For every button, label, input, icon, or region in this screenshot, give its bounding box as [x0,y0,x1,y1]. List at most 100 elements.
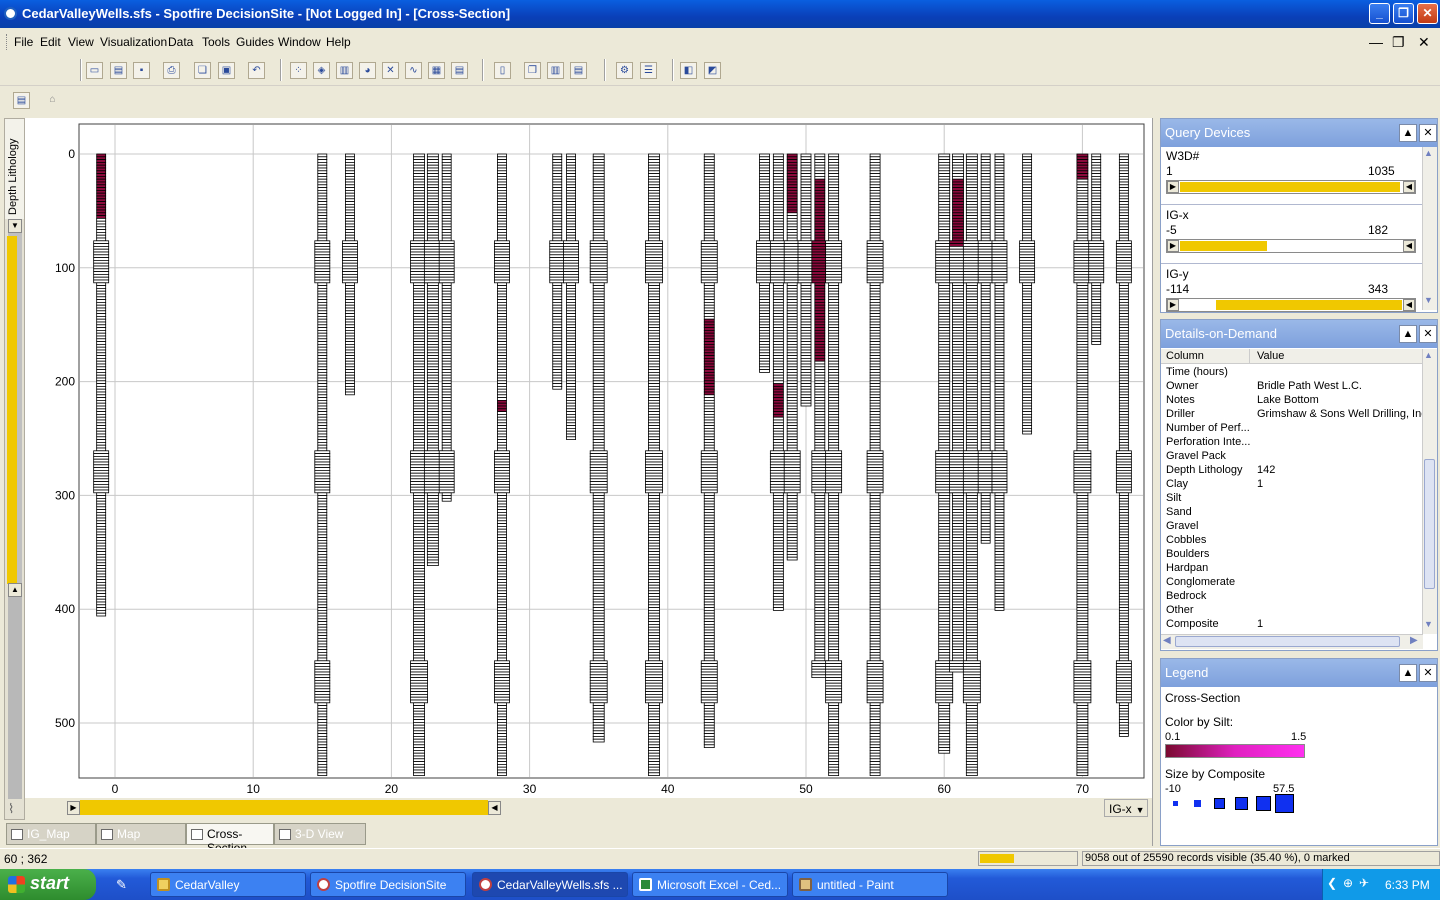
minimize-button[interactable]: _ [1369,3,1390,24]
restore-button[interactable]: ❐ [1393,3,1414,24]
query-device-slider[interactable]: ▶ ◀ [1166,239,1416,253]
menu-guides[interactable]: Guides [236,35,274,49]
lithology-interval [866,472,884,477]
lithology-interval [772,198,784,203]
task-cedarvalleywells[interactable]: CedarValleyWells.sfs ... [472,872,628,897]
task-excel[interactable]: Microsoft Excel - Ced... [632,872,788,897]
heat-map-icon[interactable]: ▦ [428,62,445,79]
speaker-icon[interactable]: ✈ [1359,876,1369,890]
query-device-1[interactable]: IG-x -5 182 ▶ ◀ [1161,206,1422,264]
mdi-minimize-icon[interactable]: — [1369,34,1383,50]
task-paint[interactable]: untitled - Paint [792,872,948,897]
x-range-fill[interactable] [80,800,488,815]
query-device-range-fill[interactable] [1180,241,1267,251]
details-vertical-scrollbar[interactable]: ▲ ▼ [1422,349,1437,634]
tab-map[interactable]: Map [96,823,186,845]
cross-section-svg[interactable]: 0100200300400500 0 10 20 30 40 50 60 70 [25,118,1152,802]
network-icon[interactable]: ⊕ [1343,876,1353,890]
3d-scatter-icon[interactable]: ◈ [313,62,330,79]
slider-up-arrow-icon[interactable]: ▼ [8,219,22,233]
query-device-range-fill[interactable] [1215,300,1402,310]
x-slider-right-arrow-icon[interactable]: ◀ [488,801,501,815]
profile-chart-icon[interactable]: ∿ [405,62,422,79]
slider-right-handle-icon[interactable]: ◀ [1403,240,1415,252]
menu-data[interactable]: Data [168,35,193,49]
new-icon[interactable]: ▭ [86,62,103,79]
task-spotfire[interactable]: Spotfire DecisionSite [310,872,466,897]
pie-chart-icon[interactable]: ◕ [359,62,376,79]
x-axis-selector[interactable]: IG-x ▼ [1104,799,1148,817]
quicklaunch-icon[interactable]: ✎ [116,877,127,893]
guide-icon[interactable]: ▤ [13,92,30,109]
x-slider-left-arrow-icon[interactable]: ▶ [67,801,80,815]
query-device-slider[interactable]: ▶ ◀ [1166,180,1416,194]
close-icon[interactable]: ✕ [1419,664,1437,682]
depth-range-fill[interactable] [7,236,17,584]
clear-icon[interactable]: ◩ [704,62,721,79]
menu-edit[interactable]: Edit [40,35,61,49]
mdi-close-icon[interactable]: ✕ [1418,34,1430,51]
well-column[interactable] [866,153,884,776]
layout-icon[interactable]: ▯ [494,62,511,79]
paperclip-icon[interactable]: ⌇ [8,801,14,817]
well-column[interactable] [494,153,510,776]
slider-right-handle-icon[interactable]: ◀ [1403,299,1415,311]
open-icon[interactable]: ▤ [110,62,127,79]
vertical-tab-depth-lithology[interactable]: Depth Lithology [5,119,24,219]
lithology-interval [1022,399,1033,404]
menu-visualization[interactable]: Visualization [100,35,167,49]
lithology-interval [552,313,563,317]
list-icon[interactable]: ☰ [640,62,657,79]
cascade-icon[interactable]: ❐ [524,62,541,79]
app-icon[interactable] [4,7,17,20]
well-column[interactable] [314,153,331,776]
tab-3d-view[interactable]: 3-D View [274,823,366,845]
query-devices-scrollbar[interactable]: ▲ ▼ [1422,147,1437,310]
mark-icon[interactable]: ◧ [680,62,697,79]
menu-tools[interactable]: Tools [202,35,230,49]
save-icon[interactable]: ▪ [133,62,150,79]
collapse-icon[interactable]: ▲ [1399,325,1417,343]
menu-window[interactable]: Window [278,35,321,49]
tile-horizontal-icon[interactable]: ▤ [570,62,587,79]
details-horizontal-scrollbar[interactable]: ◀ ▶ [1161,634,1423,649]
slider-left-handle-icon[interactable]: ▶ [1167,181,1179,193]
start-button[interactable]: start [0,869,96,900]
slider-left-handle-icon[interactable]: ▶ [1167,240,1179,252]
undo-icon[interactable]: ↶ [248,62,265,79]
well-column[interactable] [825,153,843,776]
copy-icon[interactable]: ❏ [194,62,211,79]
slider-left-handle-icon[interactable]: ▶ [1167,299,1179,311]
well-column[interactable] [645,153,663,776]
slider-down-arrow-icon[interactable]: ▲ [8,583,22,597]
cross-section-plot[interactable]: 0 100 200 300 400 500 0 10 20 30 40 50 60 70 [25,118,1152,802]
menu-file[interactable]: File [14,35,33,49]
print-icon[interactable]: ⎙ [163,62,180,79]
home-icon[interactable]: ⌂ [44,92,61,109]
scatter-plot-icon[interactable]: ⁘ [290,62,307,79]
query-device-0[interactable]: W3D# 1 1035 ▶ ◀ [1161,147,1422,205]
collapse-icon[interactable]: ▲ [1399,664,1417,682]
collapse-icon[interactable]: ▲ [1399,124,1417,142]
query-device-slider[interactable]: ▶ ◀ [1166,298,1416,312]
mdi-restore-icon[interactable]: ❐ [1392,34,1405,51]
properties-icon[interactable]: ⚙ [616,62,633,79]
query-device-range-fill[interactable] [1180,182,1400,192]
tile-vertical-icon[interactable]: ▥ [547,62,564,79]
close-icon[interactable]: ✕ [1419,124,1437,142]
close-icon[interactable]: ✕ [1419,325,1437,343]
paste-icon[interactable]: ▣ [218,62,235,79]
menu-view[interactable]: View [68,35,94,49]
close-button[interactable]: ✕ [1417,3,1438,24]
lithology-interval [1091,178,1102,183]
slider-right-handle-icon[interactable]: ◀ [1403,181,1415,193]
tray-arrow-icon[interactable]: ❮ [1327,876,1337,890]
query-device-2[interactable]: IG-y -114 343 ▶ ◀ [1161,265,1422,323]
line-chart-icon[interactable]: ✕ [382,62,399,79]
bar-chart-icon[interactable]: ▥ [336,62,353,79]
task-cedarvalley[interactable]: CedarValley [150,872,306,897]
table-icon[interactable]: ▤ [451,62,468,79]
tab-ig-map[interactable]: IG_Map [6,823,96,845]
tab-cross-section[interactable]: Cross-Section [186,823,274,855]
menu-help[interactable]: Help [326,35,351,49]
